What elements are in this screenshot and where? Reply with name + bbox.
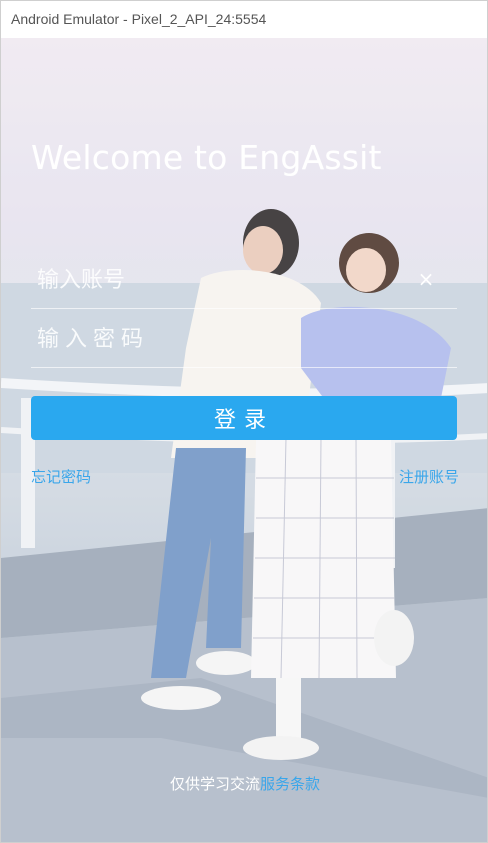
password-field[interactable]: [31, 311, 463, 368]
window-title: Android Emulator - Pixel_2_API_24:5554: [1, 1, 487, 38]
emulator-window: Android Emulator - Pixel_2_API_24:5554 W…: [0, 0, 488, 843]
password-input[interactable]: [31, 311, 463, 367]
account-input[interactable]: [31, 252, 463, 308]
welcome-title: Welcome to EngAssit: [31, 138, 382, 177]
footer-text: 仅供学习交流: [169, 775, 260, 793]
login-screen: Welcome to EngAssit × 登录 忘记密码 注册账号 仅供学习交…: [1, 38, 487, 842]
terms-of-service-link[interactable]: 服务条款: [260, 775, 320, 793]
account-field[interactable]: [31, 252, 463, 309]
close-icon[interactable]: ×: [415, 268, 437, 290]
register-link[interactable]: 注册账号: [399, 466, 459, 487]
login-button[interactable]: 登录: [31, 396, 457, 440]
forgot-password-link[interactable]: 忘记密码: [31, 466, 91, 487]
footer-disclaimer: 仅供学习交流服务条款: [1, 773, 487, 794]
